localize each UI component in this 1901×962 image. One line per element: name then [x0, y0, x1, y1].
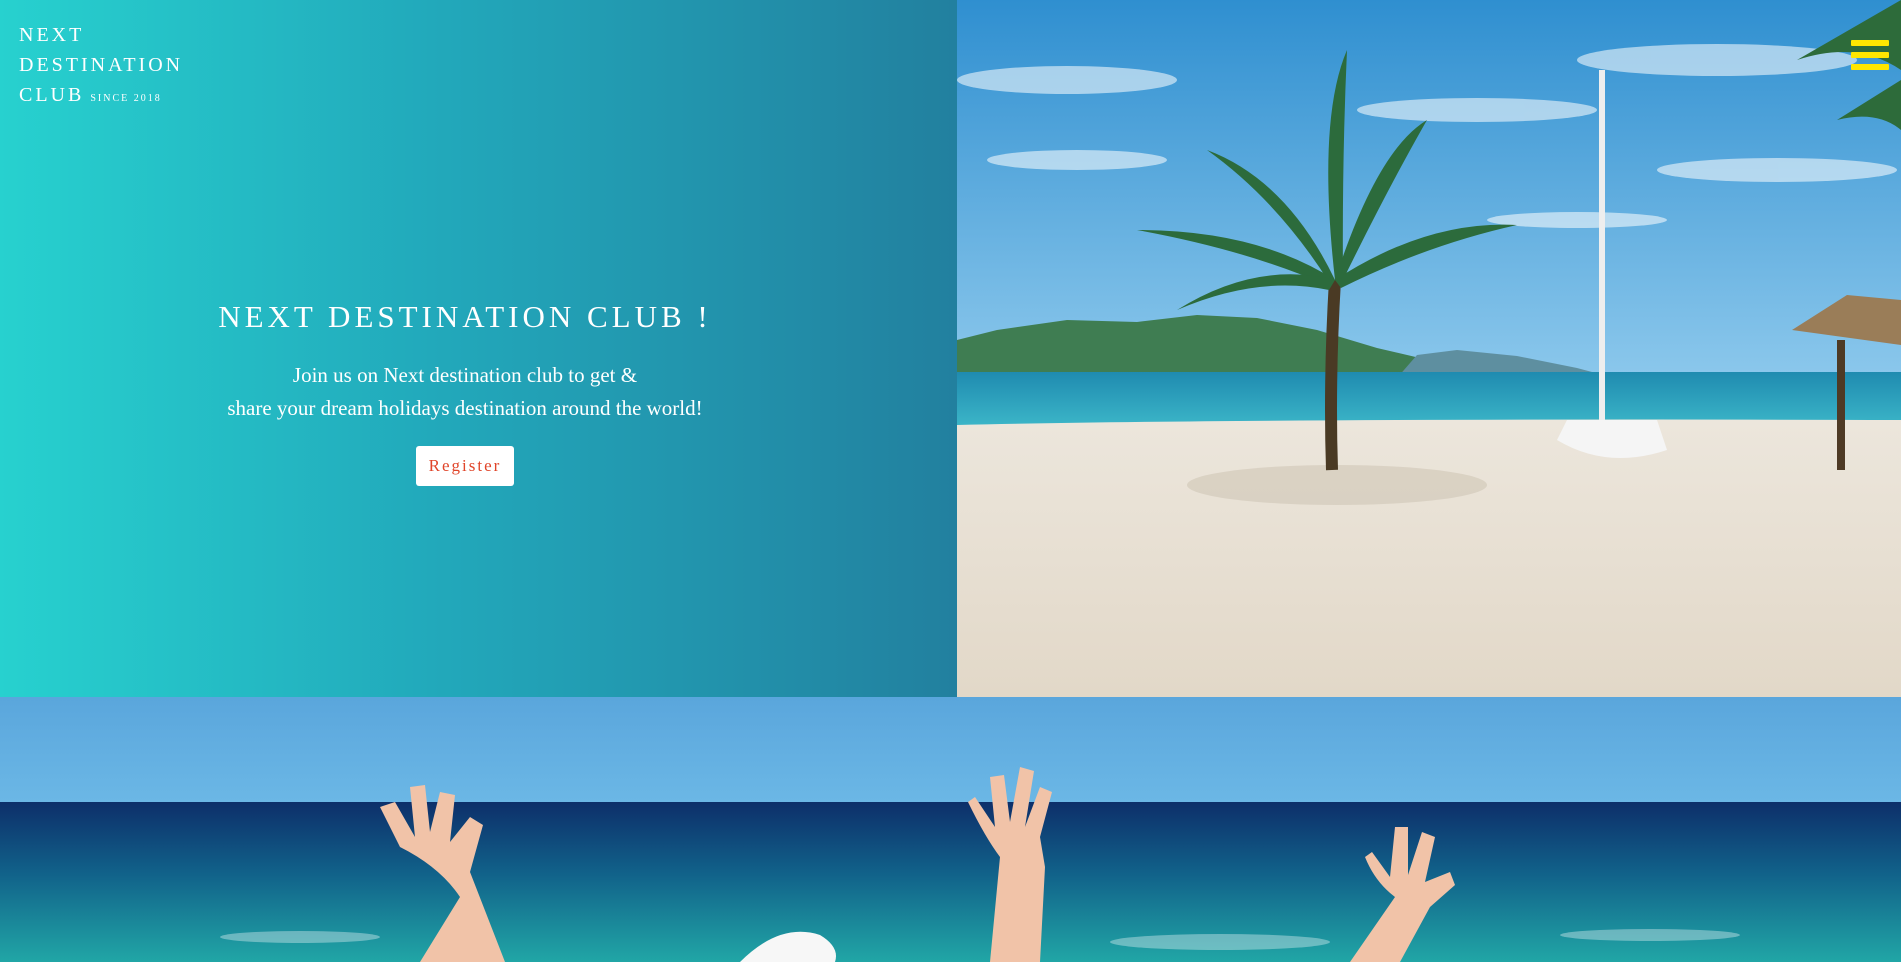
menu-bar-middle: [1851, 52, 1889, 58]
ocean-hands-photo: [0, 697, 1901, 962]
menu-bar-bottom: [1851, 64, 1889, 70]
hero-title: NEXT DESTINATION CLUB !: [218, 299, 712, 334]
beach-photo-illustration: [957, 0, 1901, 697]
logo-line-3: CLUB SINCE 2018: [19, 80, 183, 114]
hero-content: NEXT DESTINATION CLUB ! Join us on Next …: [0, 297, 930, 486]
hero-description-line-2: share your dream holidays destination ar…: [227, 396, 703, 420]
hero-section: NEXT DESTINATION CLUB SINCE 2018 NEXT DES…: [0, 0, 1901, 697]
logo-line-2: DESTINATION: [19, 54, 184, 76]
hero-description-line-1: Join us on Next destination club to get …: [292, 363, 638, 387]
menu-bar-top: [1851, 40, 1889, 46]
logo-line-1: NEXT: [19, 24, 85, 46]
hero-description: Join us on Next destination club to get …: [0, 359, 930, 425]
ocean-hands-illustration: [0, 697, 1901, 962]
site-logo[interactable]: NEXT DESTINATION CLUB SINCE 2018: [19, 20, 183, 114]
register-button[interactable]: Register: [415, 446, 515, 486]
logo-since: SINCE 2018: [90, 93, 162, 104]
beach-photo: [957, 0, 1901, 697]
logo-line-3-text: CLUB: [19, 84, 85, 106]
hero-left-panel: NEXT DESTINATION CLUB SINCE 2018 NEXT DES…: [0, 0, 957, 697]
hamburger-menu-icon[interactable]: [1851, 40, 1889, 76]
